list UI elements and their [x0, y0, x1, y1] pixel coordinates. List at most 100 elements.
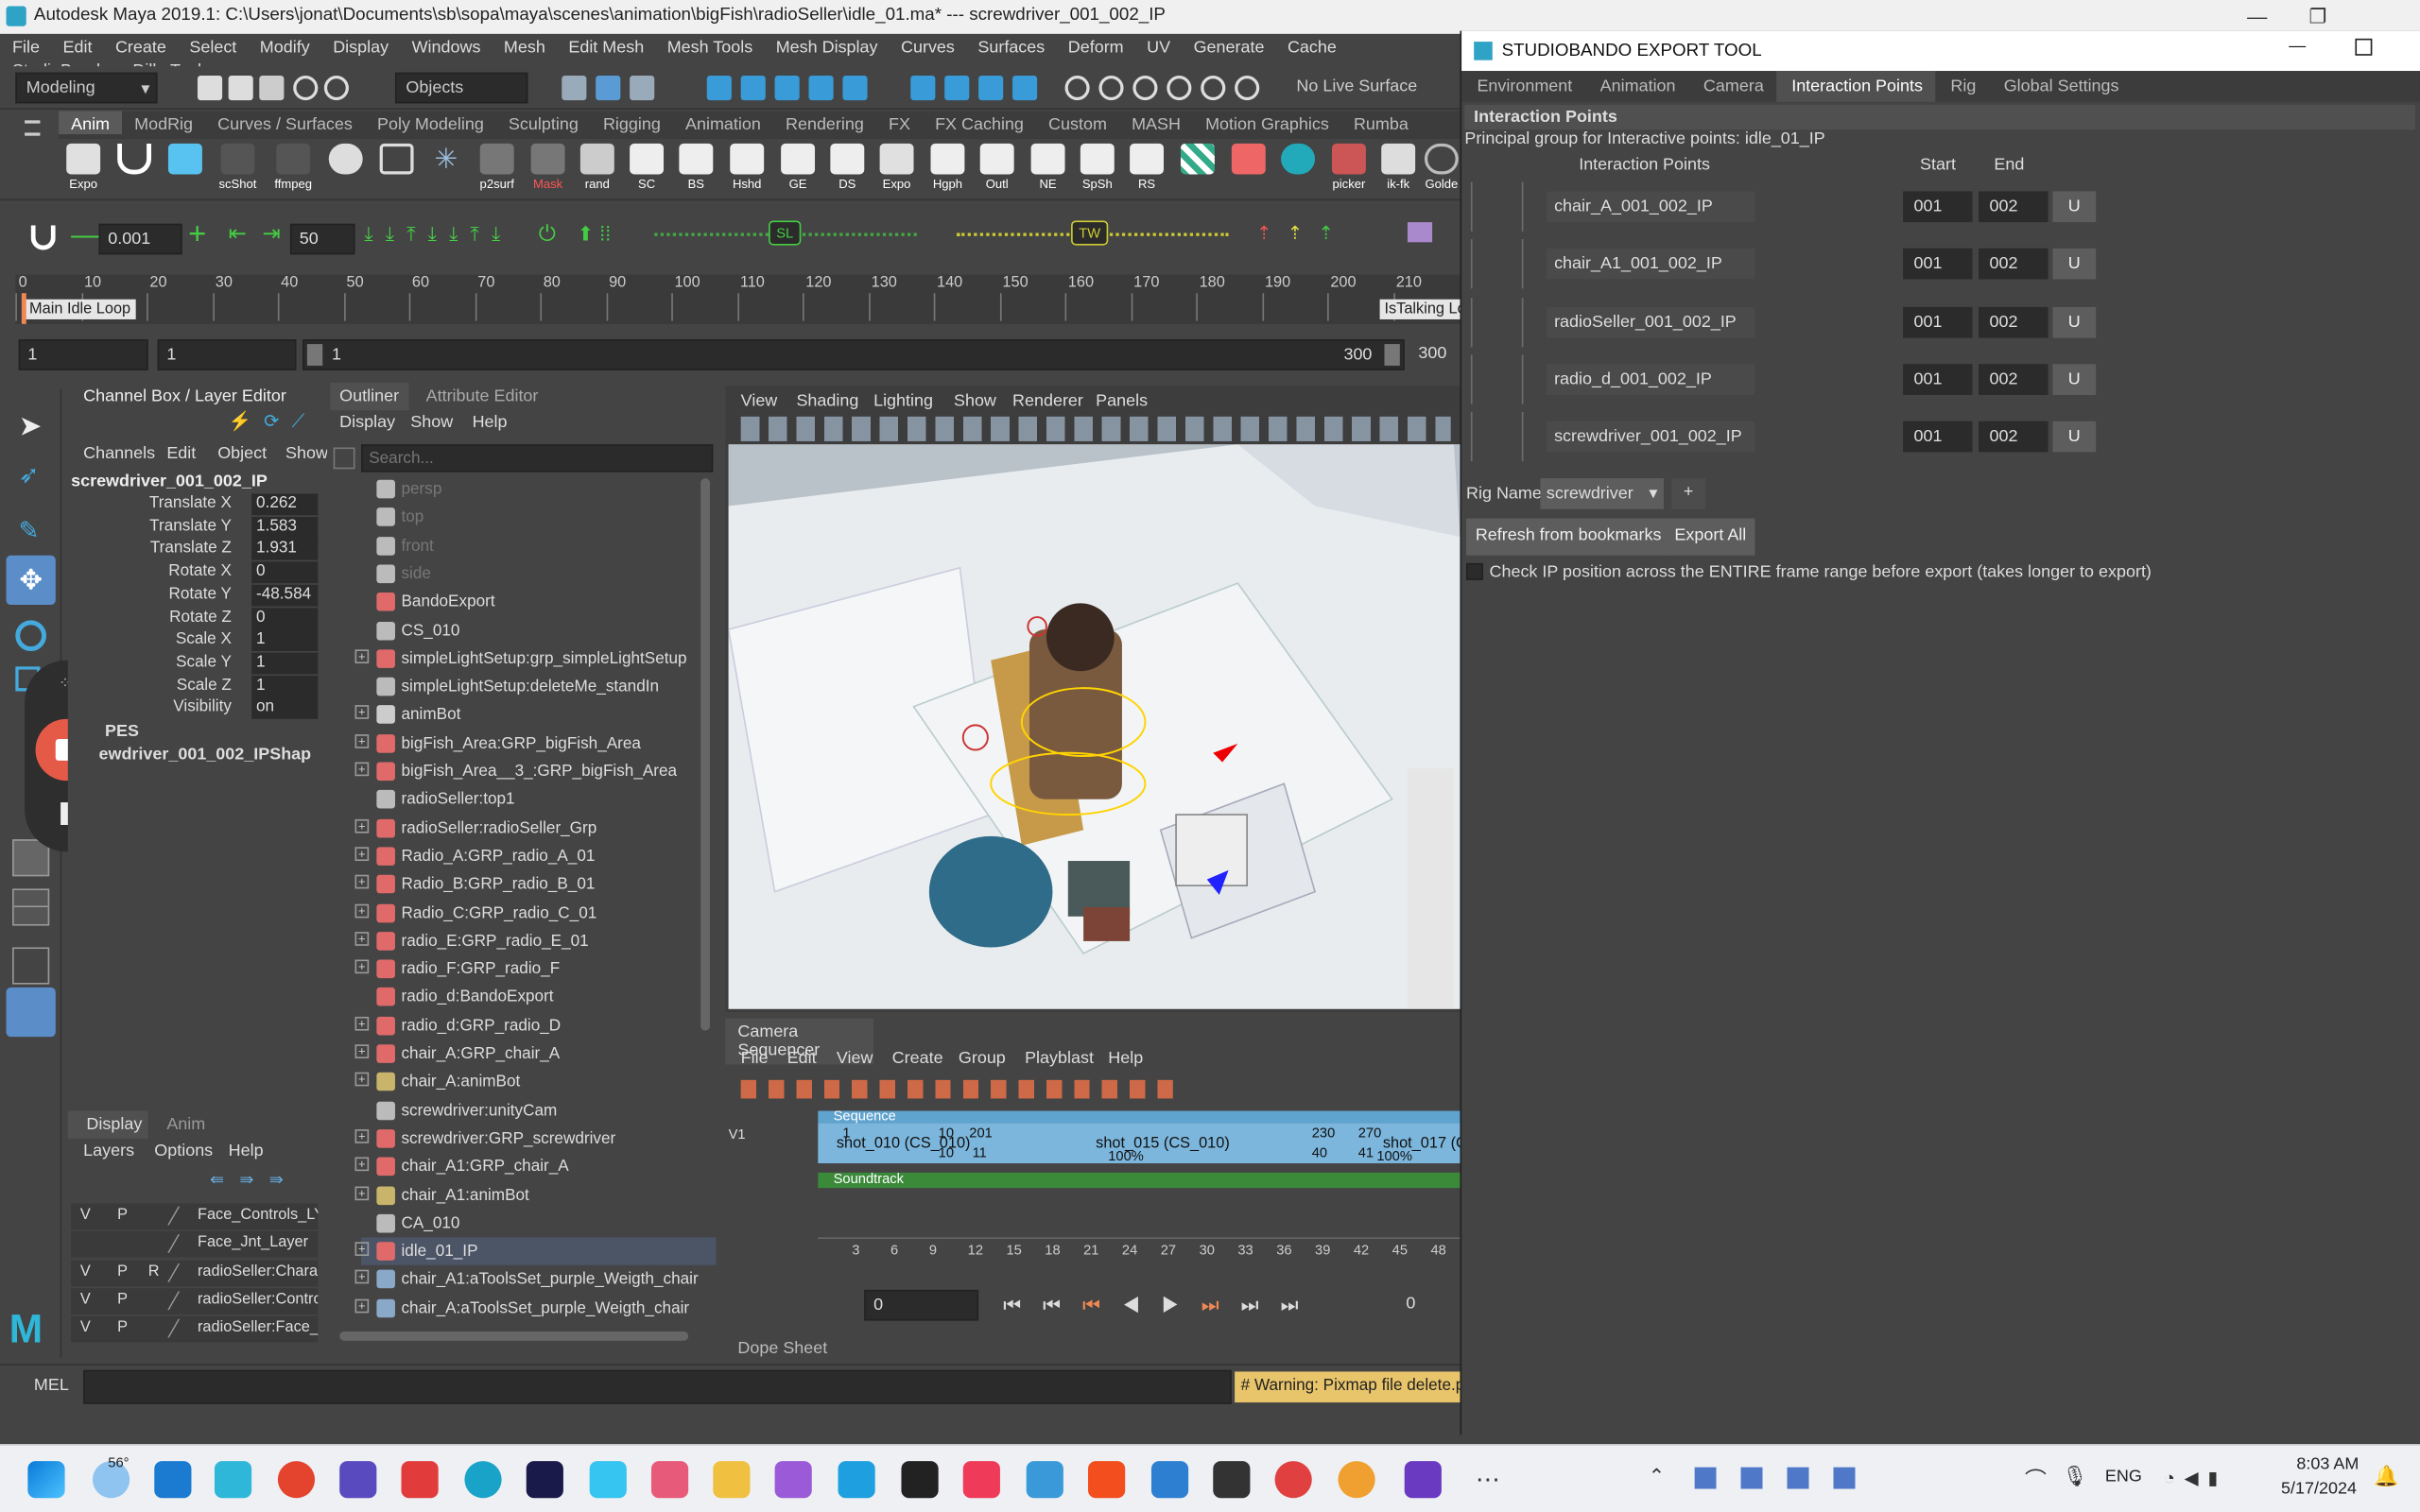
outliner-item[interactable]: + Radio_A:GRP_radio_A_01 — [354, 842, 717, 869]
history-icon[interactable] — [910, 75, 936, 101]
tab-interaction-points[interactable]: Interaction Points — [1775, 71, 1936, 102]
time-slider[interactable]: 0 10 20 30 40 50 60 70 80 90 100 110 120 130 140 150 160… — [15, 274, 1461, 324]
outliner-item[interactable]: + chair_A:animBot — [354, 1068, 717, 1095]
shelf-btn-hshd[interactable]: Hshd — [725, 143, 769, 191]
shelf-btn-expo[interactable]: Expo — [61, 143, 105, 191]
clock-time[interactable]: 8:03 AM — [2296, 1455, 2359, 1474]
rig-name-dropdown[interactable]: screwdriver ▾ — [1540, 478, 1664, 509]
channel-value[interactable]: -48.584 — [251, 584, 319, 607]
shelf-tab-custom[interactable]: Custom — [1036, 112, 1119, 134]
shelf-btn-ikfk[interactable]: ik-fk — [1376, 143, 1420, 191]
more-icon[interactable]: ⋯ — [1476, 1464, 1500, 1495]
menu-deform[interactable]: Deform — [1056, 34, 1134, 58]
menu-uv[interactable]: UV — [1134, 34, 1181, 58]
select-tool-icon[interactable]: ➤ — [19, 410, 43, 442]
shelf-btn-ge[interactable]: GE — [776, 143, 820, 191]
seq-frame-left-field[interactable]: 0 — [864, 1289, 979, 1321]
outliner-menu-help[interactable]: Help — [473, 414, 508, 433]
snap-tangent-icon[interactable] — [1235, 75, 1260, 101]
menu-windows[interactable]: Windows — [400, 34, 492, 58]
outliner-menu-display[interactable]: Display — [339, 414, 395, 433]
shelf-btn-window[interactable] — [164, 143, 207, 178]
language-indicator[interactable]: ENG — [2105, 1468, 2142, 1486]
vp-menu-shading[interactable]: Shading — [796, 392, 858, 411]
cb-menu-show[interactable]: Show — [285, 444, 328, 463]
arrow-left-icon[interactable]: ⇤ — [229, 220, 247, 247]
interaction-point-name[interactable]: radio_d_001_002_IP — [1546, 364, 1755, 395]
soundtrack-track[interactable]: Soundtrack — [818, 1171, 1461, 1189]
shelf-btn-ds[interactable]: DS — [825, 143, 869, 191]
vp-menu-lighting[interactable]: Lighting — [873, 392, 933, 411]
tray-chevron-icon[interactable]: ⌃ — [1649, 1464, 1666, 1488]
comment-icon[interactable] — [1407, 222, 1433, 243]
shelf-btn-hgph[interactable]: Hgph — [926, 143, 970, 191]
channel-row[interactable]: Rotate Y -48.584 — [68, 584, 319, 607]
tray-icons[interactable] — [1694, 1467, 1858, 1489]
shelf-tab-sculpting[interactable]: Sculpting — [496, 112, 591, 134]
snap-live-icon[interactable] — [1098, 75, 1124, 101]
shelf-tab-poly-modeling[interactable]: Poly Modeling — [365, 112, 496, 134]
range-slider-handle-left[interactable] — [306, 344, 323, 366]
wifi-icon[interactable]: ⌒ — [2025, 1464, 2047, 1495]
photos-icon[interactable] — [1150, 1461, 1189, 1499]
minus-icon[interactable]: — — [71, 219, 98, 251]
lasso-tool-icon[interactable]: ➶ — [19, 460, 40, 491]
shelf-btn-outl[interactable]: Outl — [976, 143, 1019, 191]
layer-row[interactable]: V P RradioSeller:Charac — [71, 1260, 319, 1286]
outliner-item[interactable]: + bigFish_Area__3_:GRP_bigFish_Area — [354, 758, 717, 785]
magnet-icon[interactable] — [1064, 75, 1090, 101]
shelf-tab-modrig[interactable]: ModRig — [122, 112, 205, 134]
outliner-item[interactable]: top — [361, 504, 717, 531]
start-frame-field[interactable]: 001 — [1903, 364, 1973, 395]
expand-icon[interactable]: + — [354, 1044, 370, 1058]
shelf-btn-sc[interactable]: SC — [625, 143, 668, 191]
vp-menu-view[interactable]: View — [741, 392, 778, 411]
shelf-btn-ffmpeg[interactable]: ffmpeg — [271, 143, 315, 191]
menu-mesh-display[interactable]: Mesh Display — [764, 34, 889, 58]
expand-icon[interactable]: + — [354, 1270, 370, 1285]
select-hierarchy-icon[interactable] — [562, 75, 587, 101]
shelf-tab-rigging[interactable]: Rigging — [591, 112, 673, 134]
shot-017[interactable]: 270 41 shot_017 (CS_0 100% — [1358, 1124, 1461, 1163]
vp-menu-show[interactable]: Show — [954, 392, 996, 411]
7zip-icon[interactable] — [901, 1461, 939, 1499]
outliner-item[interactable]: BandoExport — [361, 588, 717, 615]
layer-row[interactable]: Face_Jnt_Layer — [71, 1231, 319, 1259]
app-icon-2[interactable] — [650, 1461, 689, 1499]
start-frame-field[interactable]: 001 — [1903, 249, 1973, 280]
redo-icon[interactable] — [323, 75, 349, 101]
shelf-btn-golde[interactable]: Golde — [1420, 143, 1463, 191]
mel-label[interactable]: MEL — [34, 1376, 69, 1395]
channel-row[interactable]: Translate Y 1.583 — [68, 516, 319, 539]
step-value-field[interactable]: 0.001 — [98, 223, 182, 255]
shelf-btn-ne[interactable]: NE — [1027, 143, 1070, 191]
menu-edit-mesh[interactable]: Edit Mesh — [556, 34, 654, 58]
layer-tools-icons[interactable]: ⇚⇛⇛ — [210, 1170, 299, 1190]
channel-value[interactable]: 0.262 — [251, 493, 319, 516]
edge-icon[interactable] — [464, 1461, 502, 1499]
outliner-hscrollbar[interactable] — [339, 1331, 689, 1341]
slack-icon[interactable] — [589, 1461, 627, 1499]
expand-icon[interactable]: + — [354, 1016, 370, 1031]
seq-menu-group[interactable]: Group — [959, 1049, 1006, 1068]
tab-animation[interactable]: Animation — [1584, 71, 1687, 102]
end-frame-field[interactable]: 002 — [1979, 421, 2048, 453]
channel-box-tools-icons[interactable]: ⚡⟳⟋ — [229, 410, 318, 433]
snap-projected-icon[interactable] — [1201, 75, 1226, 101]
menu-mesh[interactable]: Mesh — [492, 34, 556, 58]
layer-playback[interactable]: P — [117, 1291, 128, 1308]
outliner-item[interactable]: + radio_d:GRP_radio_D — [354, 1012, 717, 1040]
layout-two-icon[interactable] — [12, 947, 50, 985]
onenote-icon[interactable] — [838, 1461, 875, 1499]
playback-start-field[interactable]: 1 — [157, 339, 297, 370]
end-frame-field[interactable]: 002 — [1979, 191, 2048, 223]
microphone-icon[interactable]: 🎙 — [2062, 1464, 2087, 1488]
interaction-point-name[interactable]: chair_A1_001_002_IP — [1546, 249, 1755, 280]
seq-menu-file[interactable]: File — [741, 1049, 769, 1068]
layer-color-icon[interactable] — [167, 1291, 198, 1310]
shelf-tab-anim[interactable]: Anim — [59, 111, 123, 135]
key-color-icons[interactable]: ⇡⇡⇡ — [1256, 222, 1349, 244]
outliner-item[interactable]: + screwdriver:GRP_screwdriver — [354, 1125, 717, 1152]
channel-value[interactable]: 1.583 — [251, 516, 319, 539]
outliner-item[interactable]: + chair_A1:animBot — [354, 1181, 717, 1209]
